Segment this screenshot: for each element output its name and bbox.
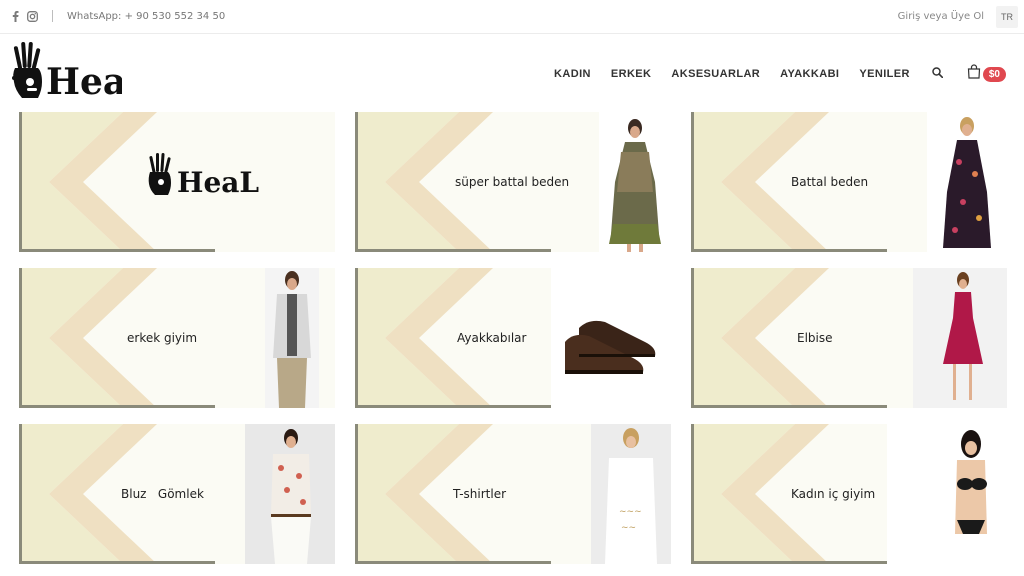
site-logo[interactable]: HeaL (12, 40, 152, 104)
header: HeaL KADIN ERKEK AKSESUARLAR AYAKKABI YE… (0, 34, 1024, 110)
category-label: Elbise (797, 331, 833, 345)
category-label: Kadın iç giyim (791, 487, 876, 501)
brand-logo-image: HeaL (148, 153, 259, 199)
nav-yeniler[interactable]: YENILER (859, 68, 909, 80)
category-tile-ic-giyim[interactable]: Kadın iç giyim (691, 424, 1007, 564)
category-label: erkek giyim (127, 331, 198, 345)
main-nav: KADIN ERKEK AKSESUARLAR AYAKKABI YENILER… (534, 64, 1006, 84)
category-tile-tshirt[interactable]: T-shirtler ~~~ ~~ (355, 424, 671, 564)
language-selector[interactable]: TR (996, 6, 1018, 28)
banner-graphic (691, 268, 887, 408)
category-grid: HeaL süper battal beden Battal beden erk… (19, 112, 1009, 572)
top-bar: WhatsApp: + 90 530 552 34 50 Giriş veya … (0, 0, 1024, 34)
dress-photo (599, 112, 671, 252)
nav-ayakkabi[interactable]: AYAKKABI (780, 68, 839, 80)
logo-wordmark: HeaL (46, 61, 122, 103)
facebook-icon[interactable] (12, 10, 19, 22)
nav-aksesuarlar[interactable]: AKSESUARLAR (671, 68, 760, 80)
whatsapp-contact[interactable]: WhatsApp: + 90 530 552 34 50 (67, 11, 225, 22)
category-tile-elbise[interactable]: Elbise (691, 268, 1007, 408)
category-tile-ayakkabi[interactable]: Ayakkabılar (355, 268, 671, 408)
category-label: T-shirtler (453, 487, 507, 501)
instagram-icon[interactable] (27, 10, 38, 22)
tshirt-photo: ~~~ ~~ (591, 424, 671, 564)
man-photo (265, 268, 319, 408)
svg-text:~~: ~~ (621, 523, 636, 533)
cart-total-badge: $0 (982, 66, 1006, 82)
cart-button[interactable]: $0 (967, 64, 1006, 84)
red-dress-photo (913, 268, 1007, 408)
nav-kadin[interactable]: KADIN (554, 68, 591, 80)
category-label: Battal beden (791, 175, 869, 189)
category-tile-bluz-gomlek[interactable]: Bluz Gömlek (19, 424, 335, 564)
login-link[interactable]: Giriş veya Üye Ol (898, 11, 984, 22)
search-icon[interactable] (932, 65, 943, 83)
floral-dress-photo (927, 112, 1007, 252)
nav-erkek[interactable]: ERKEK (611, 68, 652, 80)
divider (52, 10, 53, 22)
category-tile-erkek[interactable]: erkek giyim (19, 268, 335, 408)
category-tile-battal[interactable]: Battal beden (691, 112, 1007, 252)
shopping-bag-icon (967, 64, 981, 84)
shoes-photo (559, 268, 671, 408)
category-label: Bluz Gömlek (121, 487, 204, 501)
category-label: süper battal beden (455, 175, 570, 189)
category-tile-brand[interactable]: HeaL (19, 112, 335, 252)
svg-text:~~~: ~~~ (619, 507, 642, 517)
svg-text:HeaL: HeaL (177, 166, 259, 199)
social-links: WhatsApp: + 90 530 552 34 50 (12, 10, 225, 22)
category-label: Ayakkabılar (457, 331, 527, 345)
category-tile-super-battal[interactable]: süper battal beden (355, 112, 671, 252)
lingerie-photo (927, 424, 1007, 564)
blouse-photo (245, 424, 335, 564)
